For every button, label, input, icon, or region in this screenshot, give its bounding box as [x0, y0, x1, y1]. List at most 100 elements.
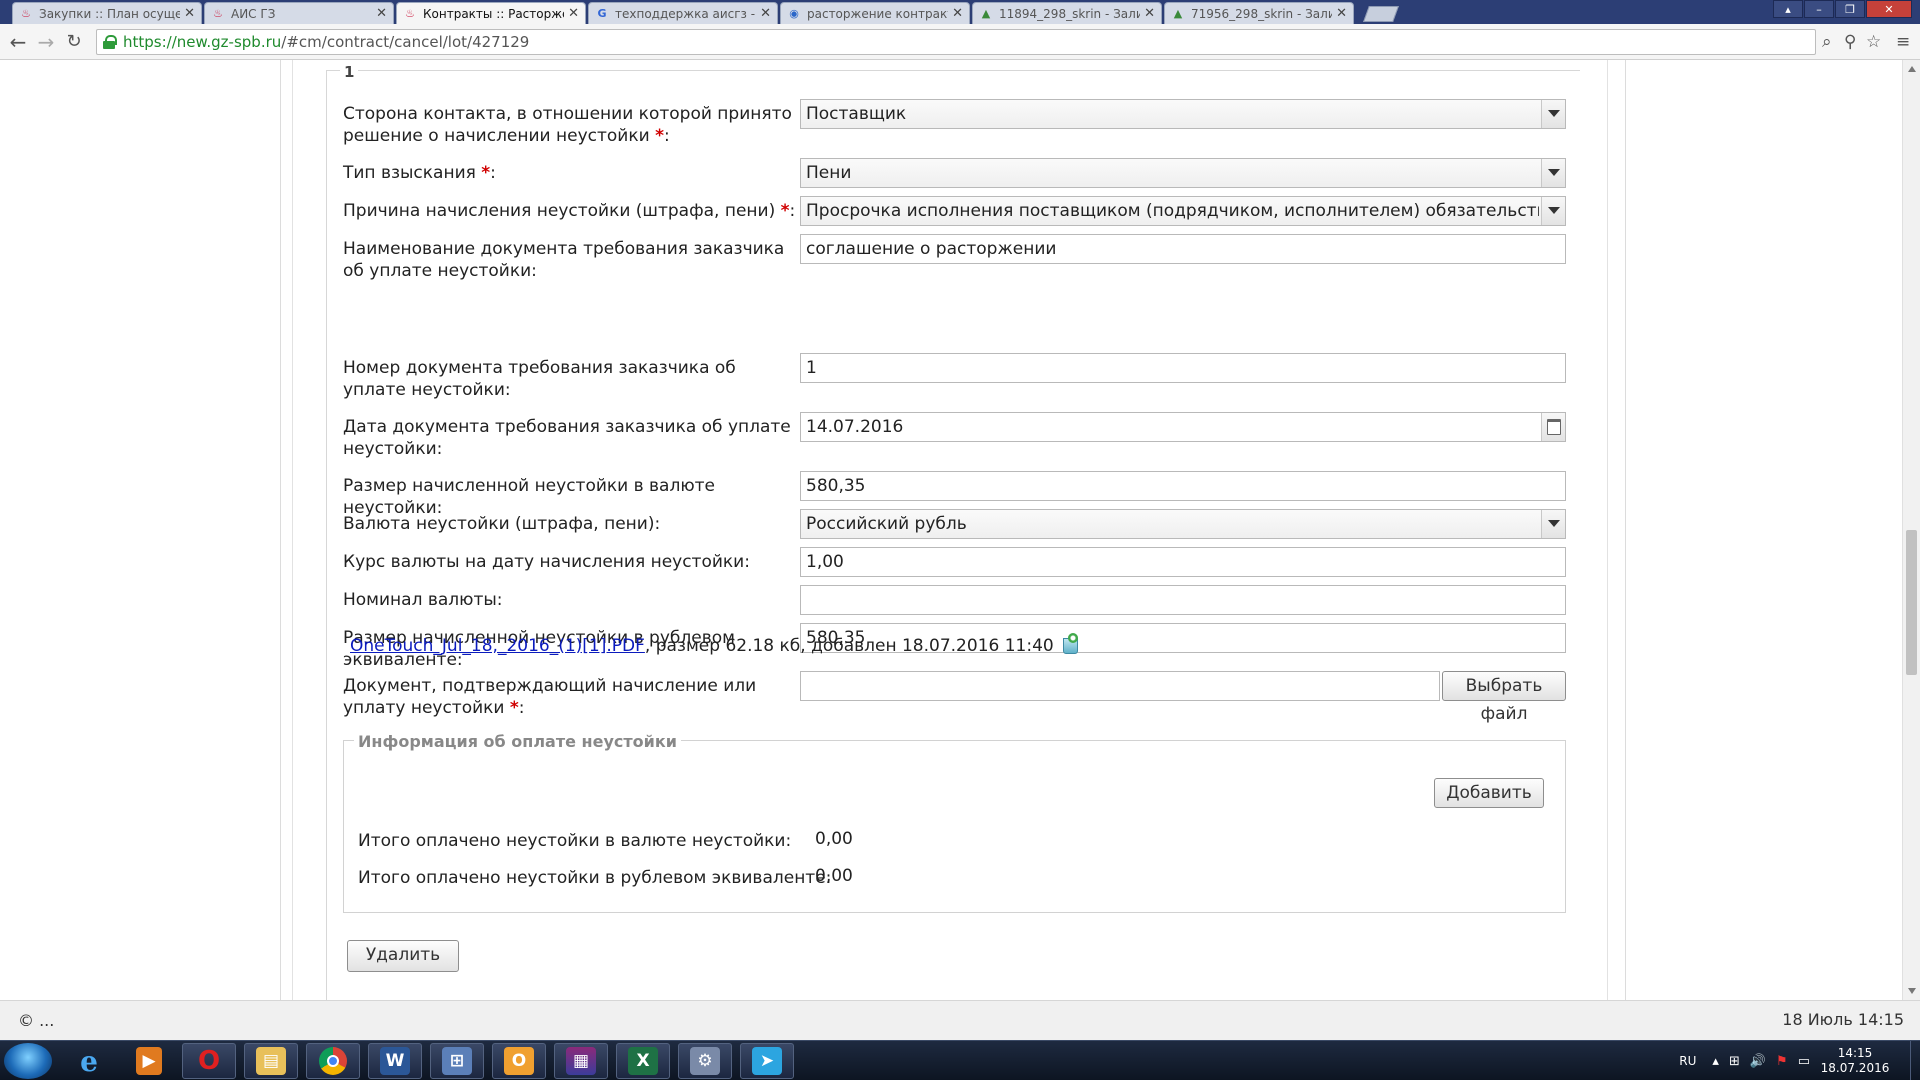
language-indicator[interactable]: RU — [1679, 1054, 1696, 1068]
close-icon[interactable]: ✕ — [568, 6, 579, 21]
required-mark: * — [481, 163, 491, 183]
delete-attachment-icon[interactable] — [1060, 633, 1080, 654]
google-icon: G — [597, 7, 607, 20]
penalty-reason-select[interactable]: Просрочка исполнения поставщиком (подряд… — [800, 196, 1566, 226]
location-icon[interactable]: ⚲ — [1844, 32, 1856, 52]
forward-icon[interactable]: → — [34, 30, 58, 54]
browser-toolbar: ← → ↻ https://new.gz-spb.ru/#cm/contract… — [0, 24, 1920, 60]
explorer-icon[interactable]: ▤ — [244, 1043, 298, 1079]
delete-penalty-button[interactable]: Удалить — [347, 940, 459, 972]
menu-icon[interactable]: ≡ — [1896, 32, 1910, 52]
image-icon: ▲ — [1173, 7, 1183, 20]
status-datetime: 18 Июль 14:15 — [1782, 1010, 1904, 1029]
contract-side-label: Сторона контакта, в отношении которой пр… — [343, 104, 792, 146]
claim-document-date-label: Дата документа требования заказчика об у… — [343, 417, 791, 459]
windows-flag-icon[interactable]: ⊞ — [1729, 1054, 1740, 1069]
chrome-icon[interactable] — [306, 1043, 360, 1079]
penalty-currency-select[interactable]: Российский рубль — [800, 509, 1566, 539]
chevron-down-icon[interactable] — [1541, 197, 1565, 225]
outlook-icon[interactable]: O — [492, 1043, 546, 1079]
url-path: /#cm/contract/cancel/lot/427129 — [281, 33, 530, 51]
recovery-type-select[interactable]: Пени — [800, 158, 1566, 188]
attachment-link[interactable]: OneTouch_Jul_18,_2016_(1)[1].PDF — [350, 636, 645, 656]
supporting-document-input[interactable] — [800, 671, 1440, 701]
claim-document-date-input[interactable]: 14.07.2016 — [800, 412, 1566, 442]
minimize-icon[interactable]: – — [1804, 0, 1834, 18]
opera-icon[interactable]: O — [182, 1043, 236, 1079]
maximize-icon[interactable]: ❐ — [1835, 0, 1865, 18]
claim-document-number-input[interactable]: 1 — [800, 353, 1566, 383]
close-icon[interactable]: ✕ — [184, 6, 195, 21]
claim-document-name-input[interactable]: соглашение о расторжении — [800, 234, 1566, 264]
reload-icon[interactable]: ↻ — [62, 30, 86, 54]
zoom-icon[interactable]: ⌕ — [1822, 32, 1832, 52]
gz-icon: ♨ — [405, 7, 415, 20]
penalty-reason-label: Причина начисления неустойки (штрафа, пе… — [343, 201, 796, 221]
browser-tab-skrin-1[interactable]: ▲ 11894_298_skrin - Залив ✕ — [972, 2, 1162, 24]
address-bar[interactable]: https://new.gz-spb.ru/#cm/contract/cance… — [96, 29, 1816, 55]
calendar-icon[interactable] — [1541, 413, 1565, 441]
scroll-up-icon[interactable] — [1908, 66, 1916, 72]
media-player-icon[interactable]: ▶ — [122, 1043, 176, 1079]
close-icon[interactable]: ✕ — [952, 6, 963, 21]
network-icon[interactable]: ⊞ — [430, 1043, 484, 1079]
browser-tab-zakupki[interactable]: ♨ Закупки :: План осущест ✕ — [12, 2, 202, 24]
browser-tab-ais-gz[interactable]: ♨ АИС ГЗ ✕ — [204, 2, 394, 24]
currency-nominal-label: Номинал валюты: — [343, 590, 503, 610]
exchange-rate-input[interactable]: 1,00 — [800, 547, 1566, 577]
star-icon[interactable]: ☆ — [1866, 32, 1881, 52]
tray-date: 18.07.2016 — [1820, 1061, 1890, 1075]
ie-icon[interactable]: e — [62, 1043, 116, 1079]
back-icon[interactable]: ← — [6, 30, 30, 54]
choose-file-button[interactable]: Выбрать файл — [1442, 671, 1566, 724]
copyright-text: © ... — [18, 1011, 55, 1030]
show-desktop-button[interactable] — [1910, 1041, 1920, 1080]
attachment-line: OneTouch_Jul_18,_2016_(1)[1].PDF, размер… — [350, 633, 1080, 657]
close-icon[interactable]: ✕ — [1144, 6, 1155, 21]
volume-icon[interactable]: 🔊 — [1750, 1054, 1766, 1069]
scroll-thumb[interactable] — [1906, 530, 1917, 675]
required-mark: * — [655, 126, 664, 146]
required-mark: * — [509, 698, 519, 718]
browser-tab-contracts[interactable]: ♨ Контракты :: Расторжени ✕ — [396, 2, 586, 24]
page-scrollbar[interactable] — [1902, 60, 1920, 1000]
chevron-down-icon[interactable] — [1541, 159, 1565, 187]
currency-nominal-input[interactable] — [800, 585, 1566, 615]
word-icon[interactable]: W — [368, 1043, 422, 1079]
close-icon[interactable]: ✕ — [376, 6, 387, 21]
page-status-bar: © ... 18 Июль 14:15 — [0, 1000, 1920, 1040]
control-panel-icon[interactable]: ⚙ — [678, 1043, 732, 1079]
browser-tab-skrin-2[interactable]: ▲ 71956_298_skrin - Залив ✕ — [1164, 2, 1354, 24]
winrar-icon[interactable]: ▦ — [554, 1043, 608, 1079]
recovery-type-label: Тип взыскания *: — [343, 163, 496, 183]
chevron-down-icon[interactable] — [1541, 100, 1565, 128]
tray-time: 14:15 — [1837, 1046, 1873, 1060]
total-paid-currency-value: 0,00 — [815, 829, 853, 849]
scroll-down-icon[interactable] — [1908, 988, 1916, 994]
penalty-amount-currency-input[interactable]: 580,35 — [800, 471, 1566, 501]
contract-side-select[interactable]: Поставщик — [800, 99, 1566, 129]
add-payment-button[interactable]: Добавить — [1434, 778, 1544, 808]
payment-info-legend: Информация об оплате неустойки — [354, 732, 681, 751]
excel-icon[interactable]: X — [616, 1043, 670, 1079]
supporting-document-label: Документ, подтверждающий начисление или … — [343, 676, 757, 718]
browser-tab-cancel-contract[interactable]: ◉ расторжение контракта ✕ — [780, 2, 970, 24]
tray-clock[interactable]: 14:15 18.07.2016 — [1820, 1046, 1890, 1076]
close-window-icon[interactable]: ✕ — [1866, 0, 1912, 18]
user-icon[interactable]: ▴ — [1773, 0, 1803, 18]
lock-icon — [103, 35, 117, 49]
required-mark: * — [780, 201, 790, 221]
close-icon[interactable]: ✕ — [760, 6, 771, 21]
new-tab-button[interactable] — [1363, 6, 1399, 22]
action-center-icon[interactable]: ▭ — [1798, 1054, 1810, 1069]
total-paid-rub-label: Итого оплачено неустойки в рублевом экви… — [358, 868, 832, 888]
browser-tab-support[interactable]: G техподдержка аисгз - По ✕ — [588, 2, 778, 24]
telegram-icon[interactable]: ➤ — [740, 1043, 794, 1079]
tray-expand-icon[interactable]: ▴ — [1712, 1054, 1719, 1069]
chevron-down-icon[interactable] — [1541, 510, 1565, 538]
close-icon[interactable]: ✕ — [1336, 6, 1347, 21]
claim-document-name-label: Наименование документа требования заказч… — [343, 239, 785, 281]
section-number: 1 — [340, 63, 359, 81]
network-status-icon[interactable]: ⚑ — [1776, 1054, 1788, 1069]
start-button[interactable] — [4, 1043, 52, 1079]
